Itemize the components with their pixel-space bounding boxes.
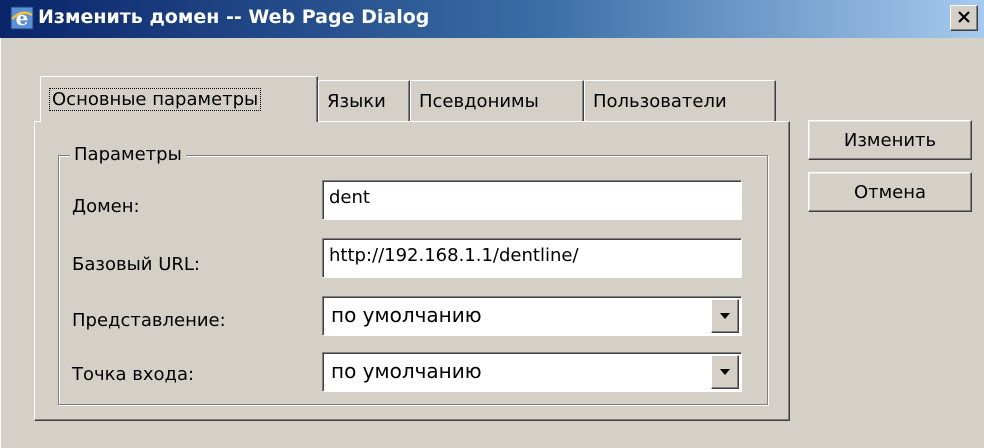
- tab-label: Пользователи: [593, 91, 727, 112]
- view-select[interactable]: по умолчанию: [322, 296, 742, 336]
- svg-text:e: e: [16, 6, 29, 30]
- chevron-down-icon: [720, 313, 730, 319]
- tab-aliases[interactable]: Псевдонимы: [410, 80, 584, 122]
- base-url-field[interactable]: http://192.168.1.1/dentline/: [322, 238, 742, 278]
- cancel-button[interactable]: Отмена: [808, 172, 972, 212]
- ie-icon: e: [10, 6, 34, 30]
- change-button[interactable]: Изменить: [808, 120, 972, 160]
- view-select-value: по умолчанию: [331, 303, 482, 327]
- tab-users[interactable]: Пользователи: [584, 80, 776, 122]
- base-url-field-value: http://192.168.1.1/dentline/: [329, 245, 579, 266]
- close-button[interactable]: [950, 5, 978, 31]
- view-dropdown-button[interactable]: [711, 299, 739, 333]
- tab-label: Псевдонимы: [419, 91, 539, 112]
- domain-field-value: dent: [329, 187, 370, 208]
- tab-languages[interactable]: Языки: [318, 80, 410, 122]
- tab-label: Основные параметры: [49, 88, 262, 111]
- tab-label: Языки: [327, 91, 386, 112]
- cancel-button-label: Отмена: [853, 181, 927, 203]
- view-label: Представление:: [72, 310, 226, 331]
- tab-main-params[interactable]: Основные параметры: [40, 76, 318, 122]
- entry-point-label: Точка входа:: [72, 364, 195, 385]
- base-url-label: Базовый URL:: [72, 254, 200, 275]
- entry-point-select-value: по умолчанию: [331, 359, 482, 383]
- chevron-down-icon: [720, 369, 730, 375]
- window-border: [0, 38, 6, 448]
- window-title: Изменить домен -- Web Page Dialog: [38, 6, 430, 28]
- title-bar[interactable]: e Изменить домен -- Web Page Dialog: [0, 0, 984, 38]
- entry-point-dropdown-button[interactable]: [711, 355, 739, 389]
- domain-field[interactable]: dent: [322, 180, 742, 220]
- change-button-label: Изменить: [843, 129, 937, 151]
- entry-point-select[interactable]: по умолчанию: [322, 352, 742, 392]
- close-icon: [957, 8, 971, 29]
- domain-label: Домен:: [72, 196, 140, 217]
- groupbox-legend: Параметры: [70, 144, 186, 165]
